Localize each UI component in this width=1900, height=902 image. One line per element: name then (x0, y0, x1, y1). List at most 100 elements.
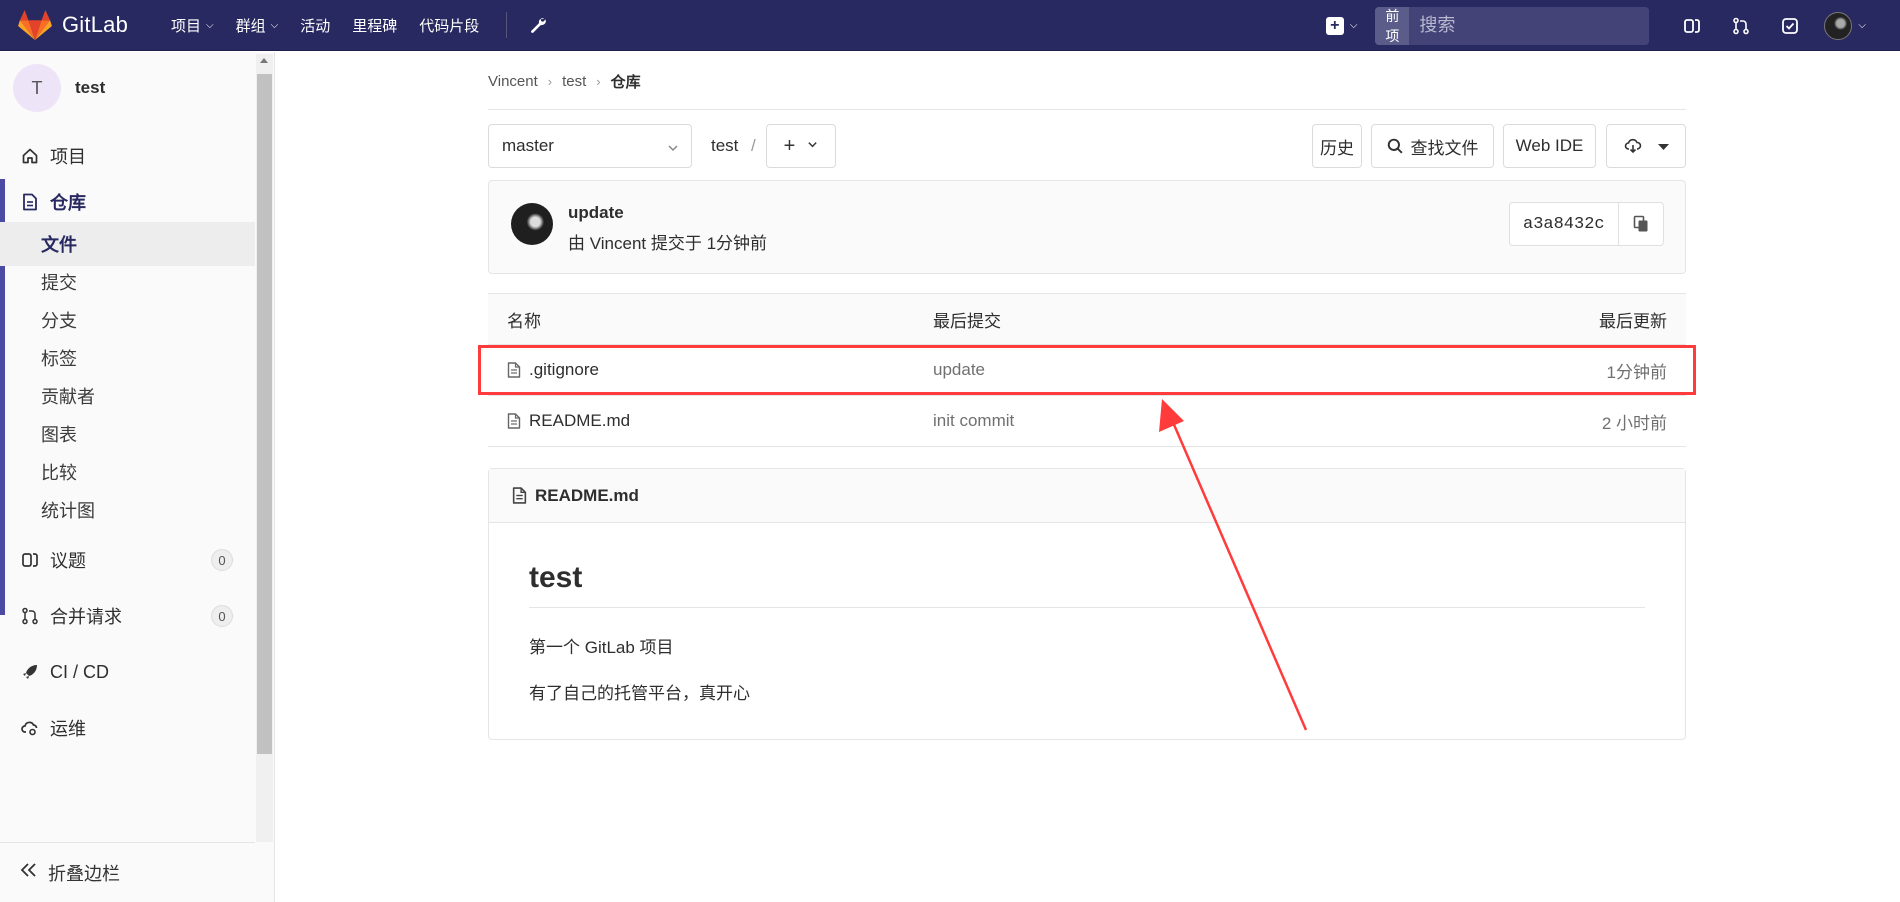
project-sidebar: T test 项目 仓库 文件 提交 分支 标签 贡献者 图表 比较 统计图 议… (0, 52, 275, 902)
repo-path-separator: / (751, 136, 756, 155)
download-dropdown-button[interactable] (1606, 124, 1686, 168)
sidebar-item-label: 合并请求 (50, 607, 122, 627)
copy-sha-button[interactable] (1619, 203, 1663, 245)
double-chevron-left-icon (20, 862, 38, 883)
breadcrumb-current[interactable]: 仓库 (611, 71, 641, 92)
sidebar-item-cicd[interactable]: CI / CD (0, 644, 255, 700)
web-ide-button[interactable]: Web IDE (1503, 124, 1596, 168)
sidebar-scrollbar[interactable] (256, 54, 273, 842)
issues-count-badge: 0 (211, 549, 233, 571)
sidebar-item-issues[interactable]: 议题 0 (0, 532, 255, 588)
commit-sha-link[interactable]: a3a8432c (1510, 203, 1619, 245)
table-header: 名称 最后提交 最后更新 (488, 293, 1686, 345)
nav-groups[interactable]: 群组 ⌵ (225, 0, 290, 51)
file-name-cell[interactable]: README.md (507, 396, 630, 446)
top-navbar: GitLab 项目 ⌵ 群组 ⌵ 活动 里程碑 代码片段 + ⌵ 当前项目 (0, 0, 1900, 51)
todo-nav-icon[interactable] (1765, 0, 1814, 51)
annotation-highlight-box (478, 345, 1696, 395)
breadcrumb: Vincent › test › 仓库 (488, 70, 641, 92)
search-input[interactable] (1409, 6, 1650, 45)
cloud-gear-icon (20, 718, 40, 738)
commit-title-link[interactable]: update (568, 203, 624, 223)
readme-line: 第一个 GitLab 项目 (529, 638, 674, 657)
nav-divider (506, 12, 508, 38)
history-button[interactable]: 历史 (1312, 124, 1362, 168)
nav-activity-label: 活动 (300, 17, 331, 35)
sidebar-subitem-charts[interactable]: 统计图 (0, 488, 250, 532)
search-bar: 当前项目 (1375, 6, 1650, 45)
home-icon (20, 146, 40, 166)
issues-icon (20, 550, 40, 570)
commit-author-avatar[interactable] (511, 203, 553, 245)
header-last-update: 最后更新 (1599, 311, 1667, 331)
sidebar-project-header[interactable]: T test (0, 52, 255, 124)
sidebar-item-operations[interactable]: 运维 (0, 700, 255, 756)
gitlab-fox-icon (18, 9, 52, 41)
sidebar-item-label: CI / CD (50, 661, 110, 682)
search-scope-chip[interactable]: 当前项目 (1375, 6, 1410, 45)
table-row[interactable]: README.md init commit 2 小时前 (488, 396, 1686, 447)
repo-path-root[interactable]: test (711, 124, 738, 168)
breadcrumb-divider (488, 109, 1686, 110)
file-name-cell[interactable]: .gitignore (507, 345, 599, 395)
file-name: README.md (529, 411, 631, 430)
file-tree-table: 名称 最后提交 最后更新 .gitignore update 1分钟前 READ… (478, 293, 1696, 447)
chevron-down-icon (667, 139, 679, 159)
breadcrumb-user[interactable]: Vincent (488, 73, 538, 90)
chevron-down-icon: ⌵ (1349, 20, 1358, 31)
repo-toolbar: master test / + 历史 查找文件 Web IDE (488, 124, 1686, 168)
plus-icon: + (783, 134, 796, 157)
gitlab-logo[interactable]: GitLab (18, 0, 128, 51)
commit-meta-text: 由 Vincent 提交于 1分钟前 (568, 234, 768, 253)
header-last-commit: 最后提交 (933, 311, 1001, 331)
readme-panel: README.md test 第一个 GitLab 项目 有了自己的托管平台，真… (488, 468, 1686, 740)
nav-activity[interactable]: 活动 (289, 0, 341, 51)
table-row[interactable]: .gitignore update 1分钟前 (478, 345, 1696, 396)
nav-snippets[interactable]: 代码片段 (408, 0, 490, 51)
file-icon (512, 487, 527, 504)
merge-request-nav-icon[interactable] (1716, 0, 1765, 51)
search-icon (1387, 138, 1403, 154)
caret-down-icon (1657, 136, 1669, 156)
sidebar-item-label: 议题 (50, 551, 86, 571)
collapse-sidebar-button[interactable]: 折叠边栏 (0, 842, 255, 902)
sidebar-item-label: 项目 (50, 147, 86, 167)
breadcrumb-project[interactable]: test (562, 73, 586, 90)
user-menu[interactable]: ⌵ (1824, 11, 1866, 40)
readme-line: 有了自己的托管平台，真开心 (529, 684, 750, 703)
chevron-down-icon: ⌵ (1858, 20, 1866, 31)
nav-projects-label: 项目 (171, 17, 202, 35)
file-updated-at: 1分钟前 (1606, 362, 1667, 382)
branch-select[interactable]: master (488, 124, 692, 168)
nav-groups-label: 群组 (235, 17, 266, 35)
clipboard-icon (1633, 215, 1648, 232)
sidebar-item-label: 仓库 (50, 193, 86, 213)
nav-milestones[interactable]: 里程碑 (341, 0, 408, 51)
admin-wrench-icon[interactable] (515, 0, 561, 51)
web-ide-label: Web IDE (1515, 136, 1584, 155)
sidebar-item-merge-requests[interactable]: 合并请求 0 (0, 588, 255, 644)
chevron-down-icon: ⌵ (206, 19, 214, 31)
scroll-thumb[interactable] (257, 74, 272, 754)
file-commit-message[interactable]: init commit (933, 396, 1014, 446)
file-name: .gitignore (529, 360, 599, 379)
new-dropdown-button[interactable]: + ⌵ (1325, 0, 1358, 51)
nav-projects[interactable]: 项目 ⌵ (160, 0, 225, 51)
nav-milestones-label: 里程碑 (352, 17, 398, 35)
find-file-label: 查找文件 (1410, 138, 1479, 158)
merge-requests-count-badge: 0 (211, 605, 233, 627)
branch-select-value: master (502, 136, 554, 155)
plus-square-icon: + (1325, 16, 1344, 35)
scroll-up-arrow-icon[interactable] (260, 58, 268, 63)
readme-filename[interactable]: README.md (535, 486, 639, 506)
file-commit-message[interactable]: update (933, 345, 985, 395)
readme-header: README.md (489, 469, 1685, 523)
add-file-dropdown-button[interactable]: + (766, 124, 836, 168)
file-icon (507, 362, 521, 378)
commit-sha-group: a3a8432c (1509, 202, 1664, 246)
find-file-button[interactable]: 查找文件 (1371, 124, 1494, 168)
brand-name: GitLab (62, 12, 129, 37)
user-avatar (1824, 11, 1853, 40)
last-commit-panel: update 由 Vincent 提交于 1分钟前 a3a8432c (488, 180, 1686, 274)
issues-nav-icon[interactable] (1667, 0, 1716, 51)
